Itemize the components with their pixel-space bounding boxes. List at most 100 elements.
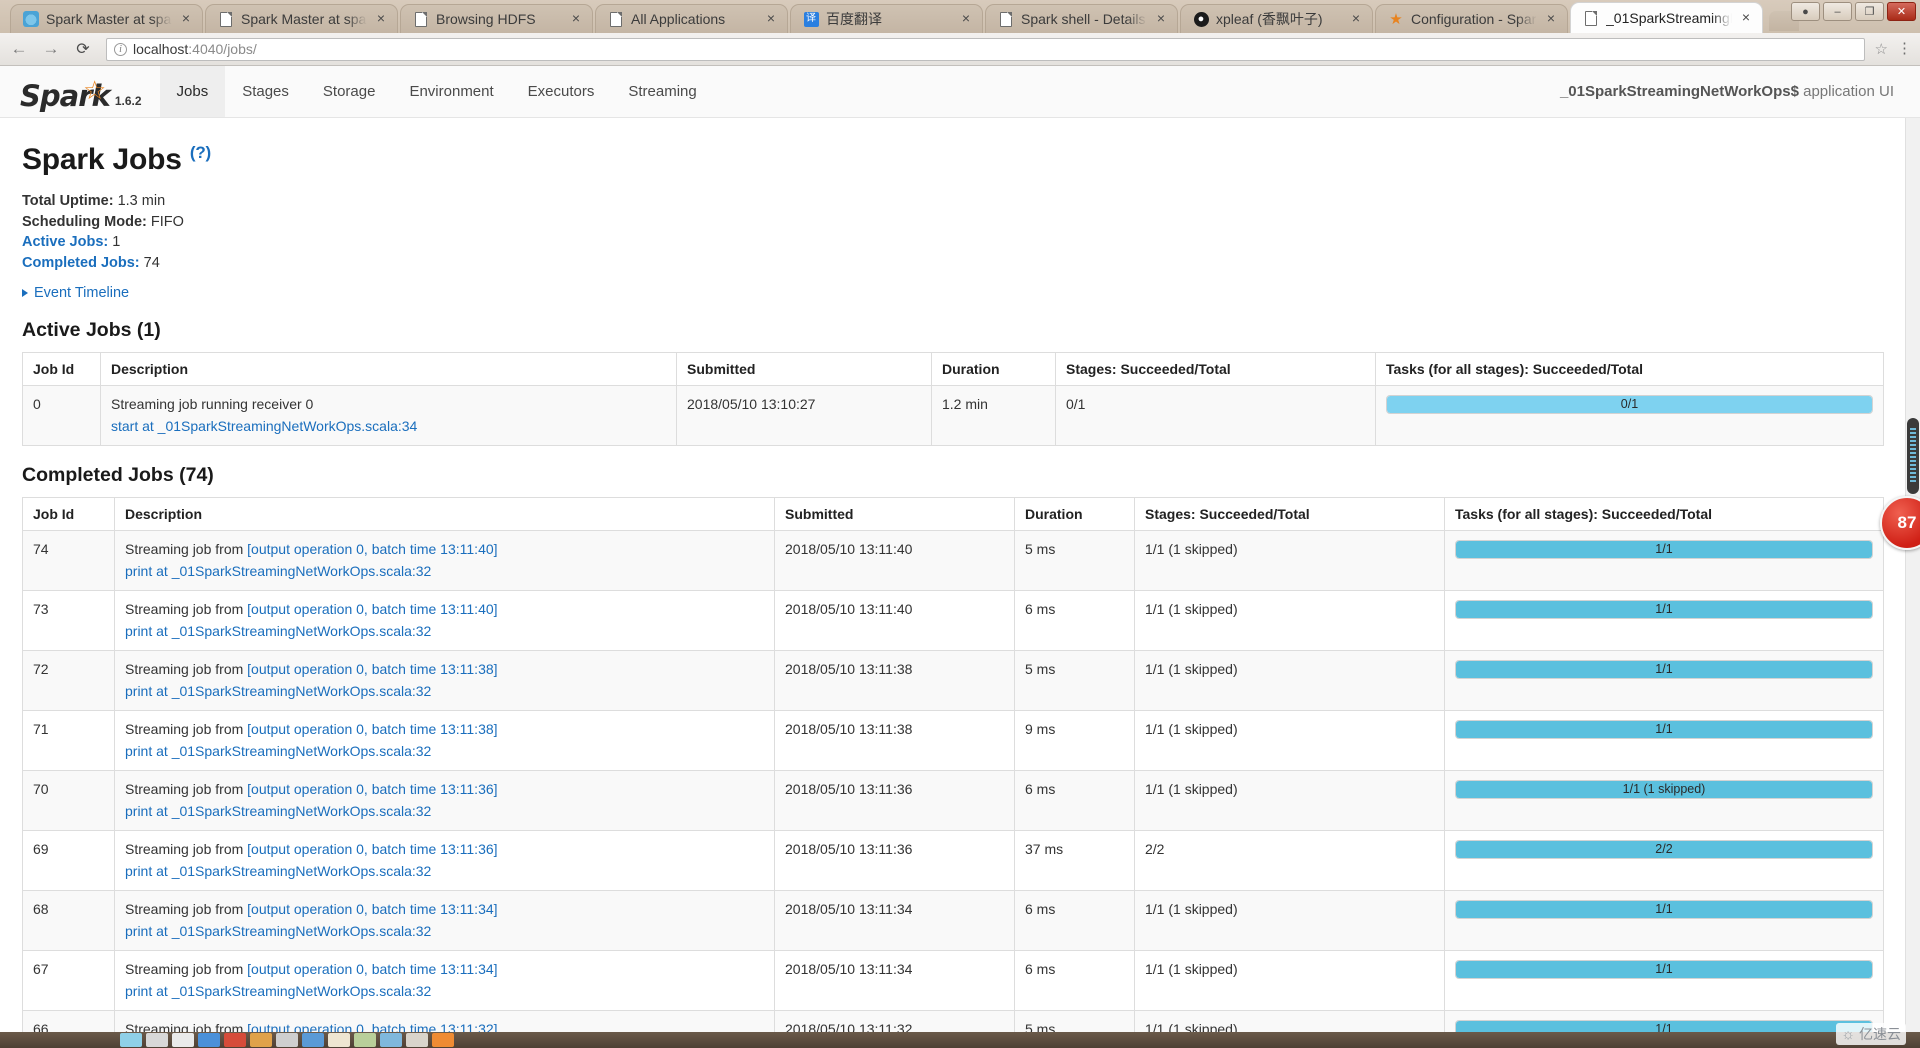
maximize-button[interactable]: ❐ <box>1855 2 1884 21</box>
column-header-4[interactable]: Stages: Succeeded/Total <box>1055 352 1376 386</box>
call-site-link[interactable]: print at _01SparkStreamingNetWorkOps.sca… <box>125 862 764 881</box>
close-window-button[interactable]: ✕ <box>1887 2 1916 21</box>
help-link[interactable]: (?) <box>190 136 211 164</box>
taskbar-icon[interactable] <box>380 1033 402 1047</box>
user-profile-button[interactable]: ● <box>1791 2 1820 21</box>
table-row[interactable]: 0 Streaming job running receiver 0 start a… <box>22 385 1884 446</box>
cell-tasks: 1/1 <box>1444 890 1884 951</box>
browser-tab-1[interactable]: Spark Master at spark × <box>205 4 398 33</box>
taskbar-icon[interactable] <box>172 1033 194 1047</box>
output-operation-link[interactable]: [output operation 0, batch time 13:11:38… <box>247 661 497 677</box>
forward-icon[interactable]: → <box>40 38 62 60</box>
taskbar-icon[interactable] <box>406 1033 428 1047</box>
browser-tab-3[interactable]: All Applications × <box>595 4 788 33</box>
output-operation-link[interactable]: [output operation 0, batch time 13:11:34… <box>247 961 497 977</box>
browser-menu-icon[interactable]: ⋮ <box>1897 41 1912 56</box>
site-info-icon[interactable]: i <box>114 42 127 56</box>
taskbar-icon[interactable] <box>120 1033 142 1047</box>
browser-tab-5[interactable]: Spark shell - Details fo × <box>985 4 1178 33</box>
tab-close-icon[interactable]: × <box>374 11 388 26</box>
call-site-link[interactable]: print at _01SparkStreamingNetWorkOps.sca… <box>125 982 764 1001</box>
table-row[interactable]: 74 Streaming job from [output operation 0… <box>22 530 1884 591</box>
call-site-link[interactable]: start at _01SparkStreamingNetWorkOps.sca… <box>111 417 666 436</box>
taskbar-icon[interactable] <box>276 1033 298 1047</box>
summary-key[interactable]: Completed Jobs: <box>22 255 140 271</box>
column-header-3[interactable]: Duration <box>931 352 1056 386</box>
taskbar-icon[interactable] <box>146 1033 168 1047</box>
nav-item-stages[interactable]: Stages <box>225 66 306 117</box>
taskbar-icon[interactable] <box>302 1033 324 1047</box>
taskbar-icon[interactable] <box>432 1033 454 1047</box>
browser-tab-0[interactable]: Spark Master at spark × <box>10 4 203 33</box>
cell-description: Streaming job from [output operation 0, … <box>114 830 775 891</box>
scrollbar-thumb[interactable] <box>1907 418 1919 494</box>
column-header-1[interactable]: Description <box>114 497 775 531</box>
output-operation-link[interactable]: [output operation 0, batch time 13:11:38… <box>247 721 497 737</box>
browser-tab-8[interactable]: _01SparkStreamingNe × <box>1570 2 1763 33</box>
output-operation-link[interactable]: [output operation 0, batch time 13:11:40… <box>247 601 497 617</box>
column-header-5[interactable]: Tasks (for all stages): Succeeded/Total <box>1444 497 1884 531</box>
taskbar-icon[interactable] <box>328 1033 350 1047</box>
nav-item-environment[interactable]: Environment <box>392 66 510 117</box>
address-bar[interactable]: i localhost:4040/jobs/ <box>106 37 1865 61</box>
tab-close-icon[interactable]: × <box>569 11 583 26</box>
taskbar-icon[interactable] <box>224 1033 246 1047</box>
back-icon[interactable]: ← <box>8 38 30 60</box>
column-header-4[interactable]: Stages: Succeeded/Total <box>1134 497 1445 531</box>
nav-item-streaming[interactable]: Streaming <box>611 66 713 117</box>
table-row[interactable]: 68 Streaming job from [output operation 0… <box>22 890 1884 951</box>
summary-key[interactable]: Active Jobs: <box>22 234 108 250</box>
reload-icon[interactable]: ⟳ <box>72 38 94 60</box>
output-operation-link[interactable]: [output operation 0, batch time 13:11:40… <box>247 541 497 557</box>
nav-item-storage[interactable]: Storage <box>306 66 393 117</box>
call-site-link[interactable]: print at _01SparkStreamingNetWorkOps.sca… <box>125 622 764 641</box>
table-row[interactable]: 67 Streaming job from [output operation 0… <box>22 950 1884 1011</box>
table-row[interactable]: 72 Streaming job from [output operation 0… <box>22 650 1884 711</box>
event-timeline-label: Event Timeline <box>34 285 130 301</box>
tab-close-icon[interactable]: × <box>179 11 193 26</box>
output-operation-link[interactable]: [output operation 0, batch time 13:11:34… <box>247 901 497 917</box>
column-header-0[interactable]: Job Id <box>22 352 101 386</box>
column-header-2[interactable]: Submitted <box>774 497 1015 531</box>
taskbar-icon[interactable] <box>198 1033 220 1047</box>
call-site-link[interactable]: print at _01SparkStreamingNetWorkOps.sca… <box>125 682 764 701</box>
call-site-link[interactable]: print at _01SparkStreamingNetWorkOps.sca… <box>125 802 764 821</box>
browser-tab-7[interactable]: ★ Configuration - Spark × <box>1375 4 1568 33</box>
output-operation-link[interactable]: [output operation 0, batch time 13:11:36… <box>247 781 497 797</box>
nav-item-executors[interactable]: Executors <box>511 66 612 117</box>
column-header-0[interactable]: Job Id <box>22 497 115 531</box>
tab-close-icon[interactable]: × <box>1544 11 1558 26</box>
browser-tab-2[interactable]: Browsing HDFS × <box>400 4 593 33</box>
call-site-link[interactable]: print at _01SparkStreamingNetWorkOps.sca… <box>125 742 764 761</box>
spark-logo[interactable]: Spark ☆ 1.6.2 <box>20 77 142 117</box>
tab-close-icon[interactable]: × <box>1739 10 1753 25</box>
help-link-text[interactable]: (?) <box>190 143 211 162</box>
page-icon <box>998 11 1014 27</box>
tab-close-icon[interactable]: × <box>1349 11 1363 26</box>
table-row[interactable]: 69 Streaming job from [output operation 0… <box>22 830 1884 891</box>
event-timeline-toggle[interactable]: Event Timeline <box>22 285 1898 301</box>
cell-duration: 6 ms <box>1014 770 1135 831</box>
call-site-link[interactable]: print at _01SparkStreamingNetWorkOps.sca… <box>125 562 764 581</box>
browser-tab-4[interactable]: 译百度翻译 × <box>790 4 983 33</box>
tab-close-icon[interactable]: × <box>959 11 973 26</box>
taskbar-icon[interactable] <box>354 1033 376 1047</box>
table-row[interactable]: 70 Streaming job from [output operation 0… <box>22 770 1884 831</box>
table-row[interactable]: 71 Streaming job from [output operation 0… <box>22 710 1884 771</box>
bookmark-star-icon[interactable]: ☆ <box>1875 40 1888 58</box>
column-header-5[interactable]: Tasks (for all stages): Succeeded/Total <box>1375 352 1884 386</box>
call-site-link[interactable]: print at _01SparkStreamingNetWorkOps.sca… <box>125 922 764 941</box>
column-header-2[interactable]: Submitted <box>676 352 932 386</box>
tab-close-icon[interactable]: × <box>1154 11 1168 26</box>
column-header-1[interactable]: Description <box>100 352 677 386</box>
minimize-button[interactable]: – <box>1823 2 1852 21</box>
nav-item-jobs[interactable]: Jobs <box>159 66 226 117</box>
taskbar-icon[interactable] <box>250 1033 272 1047</box>
output-operation-link[interactable]: [output operation 0, batch time 13:11:36… <box>247 841 497 857</box>
spark-icon <box>23 11 39 27</box>
browser-tab-6[interactable]: ● xpleaf (香飘叶子) × <box>1180 4 1373 33</box>
column-header-3[interactable]: Duration <box>1014 497 1135 531</box>
table-row[interactable]: 73 Streaming job from [output operation 0… <box>22 590 1884 651</box>
tab-close-icon[interactable]: × <box>764 11 778 26</box>
page-scrollbar[interactable] <box>1905 118 1920 1048</box>
